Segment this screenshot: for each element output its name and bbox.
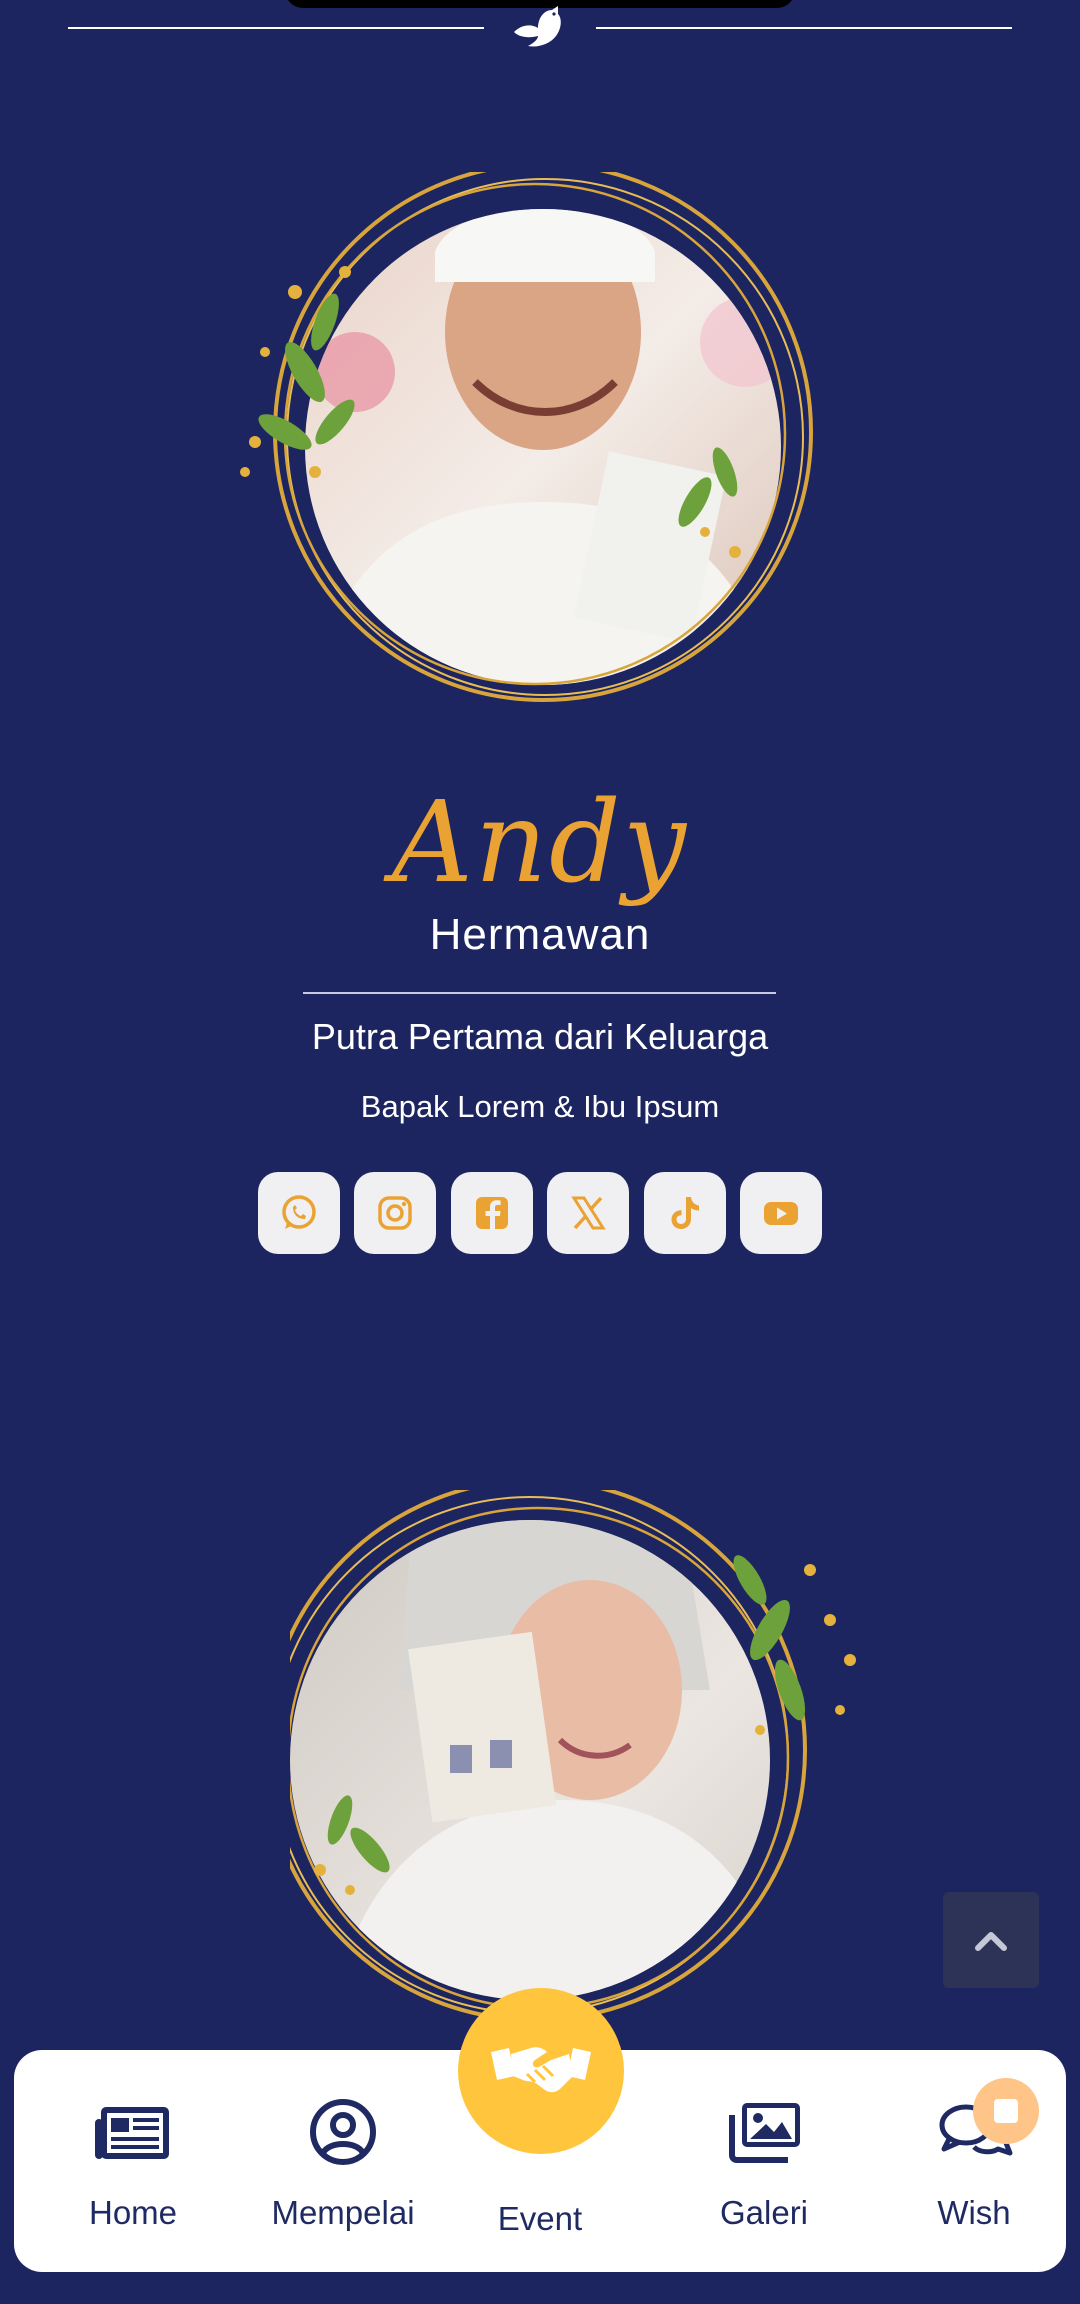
- whatsapp-button[interactable]: [258, 1172, 340, 1254]
- nav-wish[interactable]: Wish: [874, 2050, 1074, 2272]
- wish-badge[interactable]: [973, 2078, 1039, 2144]
- groom-parents: Bapak Lorem & Ibu Ipsum: [360, 1089, 720, 1124]
- nav-wish-label: Wish: [937, 2194, 1011, 2231]
- nav-home-label: Home: [88, 2194, 178, 2231]
- x-icon: [571, 1196, 606, 1230]
- social-links: [258, 1172, 822, 1254]
- facebook-button[interactable]: [450, 1172, 533, 1254]
- dove-icon: [514, 6, 561, 47]
- nav-event-label: Event: [497, 2200, 583, 2237]
- nav-galeri[interactable]: Galeri: [664, 2050, 864, 2272]
- nav-galeri-label: Galeri: [719, 2194, 809, 2231]
- stop-icon: [994, 2099, 1018, 2123]
- nav-mempelai-label: Mempelai: [271, 2194, 415, 2231]
- whatsapp-icon: [282, 1195, 316, 1229]
- nav-home[interactable]: Home: [33, 2050, 233, 2272]
- chevron-up-icon: [975, 1932, 1007, 1951]
- youtube-button[interactable]: [739, 1172, 822, 1254]
- instagram-button[interactable]: [354, 1172, 437, 1254]
- groom-portrait: [240, 172, 813, 702]
- user-circle-icon: [310, 2099, 376, 2165]
- images-icon: [729, 2103, 800, 2163]
- youtube-icon: [763, 1202, 798, 1225]
- groom-relation: Putra Pertama dari Keluarga: [311, 1016, 769, 1057]
- divider-left: [68, 27, 484, 29]
- tiktok-icon: [671, 1197, 699, 1229]
- x-button[interactable]: [547, 1172, 630, 1254]
- bride-portrait: [290, 1490, 856, 2022]
- divider-right: [596, 27, 1012, 29]
- scroll-top-button[interactable]: [943, 1892, 1039, 1988]
- nav-mempelai[interactable]: Mempelai: [243, 2050, 443, 2272]
- handshake-icon: [491, 2047, 591, 2093]
- nav-event-button[interactable]: [458, 1988, 624, 2154]
- instagram-icon: [378, 1196, 413, 1230]
- tiktok-button[interactable]: [643, 1172, 726, 1254]
- newspaper-icon: [95, 2107, 169, 2159]
- groom-nickname: Andy: [392, 778, 688, 908]
- groom-surname: Hermawan: [429, 910, 651, 959]
- name-divider: [303, 992, 776, 994]
- facebook-icon: [475, 1197, 508, 1229]
